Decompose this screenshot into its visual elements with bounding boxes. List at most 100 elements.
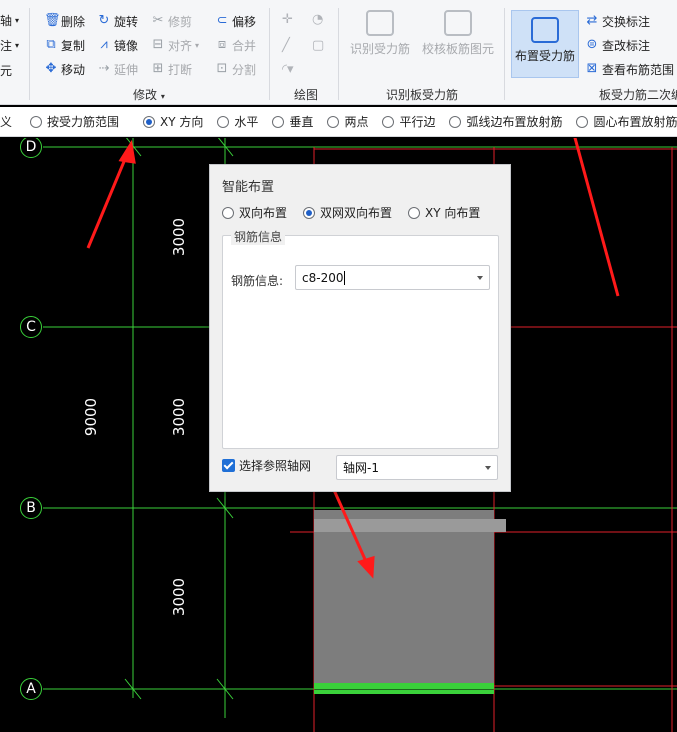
break-button[interactable]: ⊞ 打断 [151,59,192,79]
offset-label: 偏移 [232,14,257,29]
trim-button[interactable]: ✂ 修剪 [151,11,192,31]
rebar-info-group: 钢筋信息 钢筋信息: c8-200 [222,228,499,449]
radio-icon[interactable] [217,115,230,128]
checkbox-checked-icon[interactable] [222,459,235,472]
identify-rebar-button[interactable]: 识别受力筋 [345,10,415,72]
dim-mid-text: 3000 [170,397,189,437]
extend-label: 延伸 [114,62,139,77]
smart-placement-dialog: 智能布置 双向布置 双网双向布置 XY 向布置 钢筋信息 钢筋信息: c8-20… [209,164,511,492]
rebar-info-value[interactable]: c8-200 [302,271,343,285]
swap-label-button[interactable]: ⇄ 交换标注 [585,11,650,31]
mode-label: 双网双向布置 [320,206,393,220]
rotate-icon: ↻ [98,13,110,28]
option-parallel-edge[interactable]: 平行边 [382,113,435,130]
mode-double-net[interactable]: 双网双向布置 [303,204,392,221]
radio-icon[interactable] [272,115,285,128]
trim-label: 修剪 [168,14,193,29]
axis-net-combo[interactable]: 轴网-1 [336,455,498,480]
radio-icon[interactable] [222,206,234,219]
check-slab-rebar-button[interactable]: 校核板筋图元 [420,10,496,72]
reference-axis-row[interactable]: 选择参照轴网 [222,457,311,474]
place-group-label: 板受力筋二次编 [599,88,677,102]
ribbon-separator [269,8,270,100]
place-rebar-icon [531,17,559,43]
rectangle-icon[interactable]: ▢ [312,38,324,53]
radio-selected-icon[interactable] [143,115,156,128]
option-xy-direction[interactable]: XY 方向 [143,113,203,130]
option-two-points[interactable]: 两点 [327,113,368,130]
arc-icon[interactable]: ◜▾ [282,62,294,77]
dim-top-text: 3000 [170,217,189,257]
mode-xy[interactable]: XY 向布置 [408,204,480,221]
point-icon[interactable]: ✛ [282,12,293,27]
copy-icon: ⧉ [46,37,56,52]
radio-icon[interactable] [449,115,462,128]
ribbon-cut-label: 注 [0,38,13,53]
radio-icon[interactable] [382,115,395,128]
circle-icon[interactable]: ◔ [312,12,323,27]
ribbon-cut-item-note[interactable]: 注 ▾ [0,35,19,55]
mode-label: XY 向布置 [425,206,481,220]
rotate-button[interactable]: ↻ 旋转 [97,11,138,31]
axis-label-a[interactable]: A [20,678,42,700]
axis-label-c[interactable]: C [20,316,42,338]
merge-button[interactable]: ⧈ 合并 [215,35,256,55]
axis-net-value: 轴网-1 [343,461,379,475]
merge-icon: ⧈ [217,37,227,52]
dialog-title: 智能布置 [222,180,275,195]
reference-axis-label[interactable]: 选择参照轴网 [239,457,311,474]
offset-icon: ⊂ [216,13,228,28]
slab-beam-strip [314,519,506,532]
align-button[interactable]: ⊟ 对齐 ▾ [151,35,199,55]
radio-icon[interactable] [30,115,43,128]
ribbon-cut-item-axis[interactable]: 轴 ▾ [0,10,19,30]
mode-bidirectional[interactable]: 双向布置 [222,204,287,221]
delete-button[interactable]: 🗑 删除 [44,11,85,31]
break-icon: ⊞ [152,61,164,76]
option-arc-radial[interactable]: 弧线边布置放射筋 [449,113,562,130]
mirror-button[interactable]: ⩘ 镜像 [97,35,138,55]
break-label: 打断 [168,62,193,77]
radio-icon[interactable] [576,115,589,128]
option-by-range[interactable]: 按受力筋范围 [30,113,119,130]
place-rebar-button[interactable]: 布置受力筋 [511,10,579,78]
dim-bottom-text: 3000 [170,577,189,617]
radio-icon[interactable] [408,206,421,219]
option-label: XY 方向 [160,115,204,129]
ribbon-cut-item-element[interactable]: 元 [0,60,12,80]
modify-group-label[interactable]: 修改 ▾ [133,86,165,103]
option-horizontal[interactable]: 水平 [217,113,258,130]
offset-button[interactable]: ⊂ 偏移 [215,11,256,31]
rotate-label: 旋转 [114,14,139,29]
view-range-button[interactable]: ⊠ 查看布筋范围 [585,59,674,79]
dim-total-text: 9000 [82,397,101,437]
caret-down-icon: ▾ [195,40,200,50]
split-icon: ⊡ [216,61,228,76]
caret-down-icon: ▾ [15,15,20,25]
chevron-down-icon[interactable] [485,465,491,470]
line-icon[interactable]: ╱ [282,38,290,53]
axis-label-b[interactable]: B [20,497,42,519]
option-vertical[interactable]: 垂直 [272,113,313,130]
mode-options: 双向布置 双网双向布置 XY 向布置 [222,204,480,221]
move-button[interactable]: ✥ 移动 [44,59,85,79]
radio-icon[interactable] [327,115,340,128]
split-label: 分割 [232,62,257,77]
copy-button[interactable]: ⧉ 复制 [44,35,85,55]
modify-group-text: 修改 [133,88,158,102]
view-range-icon: ⊠ [586,61,598,76]
radio-selected-icon[interactable] [303,206,316,219]
rebar-info-combo[interactable]: c8-200 [295,265,490,290]
option-label: 平行边 [399,115,436,129]
identify-rebar-label: 识别受力筋 [349,42,410,56]
extend-button[interactable]: ⇢ 延伸 [97,59,138,79]
chevron-down-icon[interactable] [477,275,483,280]
swap-label-text: 交换标注 [602,14,651,29]
mirror-icon: ⩘ [100,37,108,52]
caret-down-icon: ▾ [15,40,20,50]
split-button[interactable]: ⊡ 分割 [215,59,256,79]
option-center-radial[interactable]: 圆心布置放射筋 [576,113,677,130]
ribbon-cut-label: 元 [0,63,13,78]
edit-label-button[interactable]: ⊜ 查改标注 [585,35,650,55]
move-label: 移动 [61,62,86,77]
